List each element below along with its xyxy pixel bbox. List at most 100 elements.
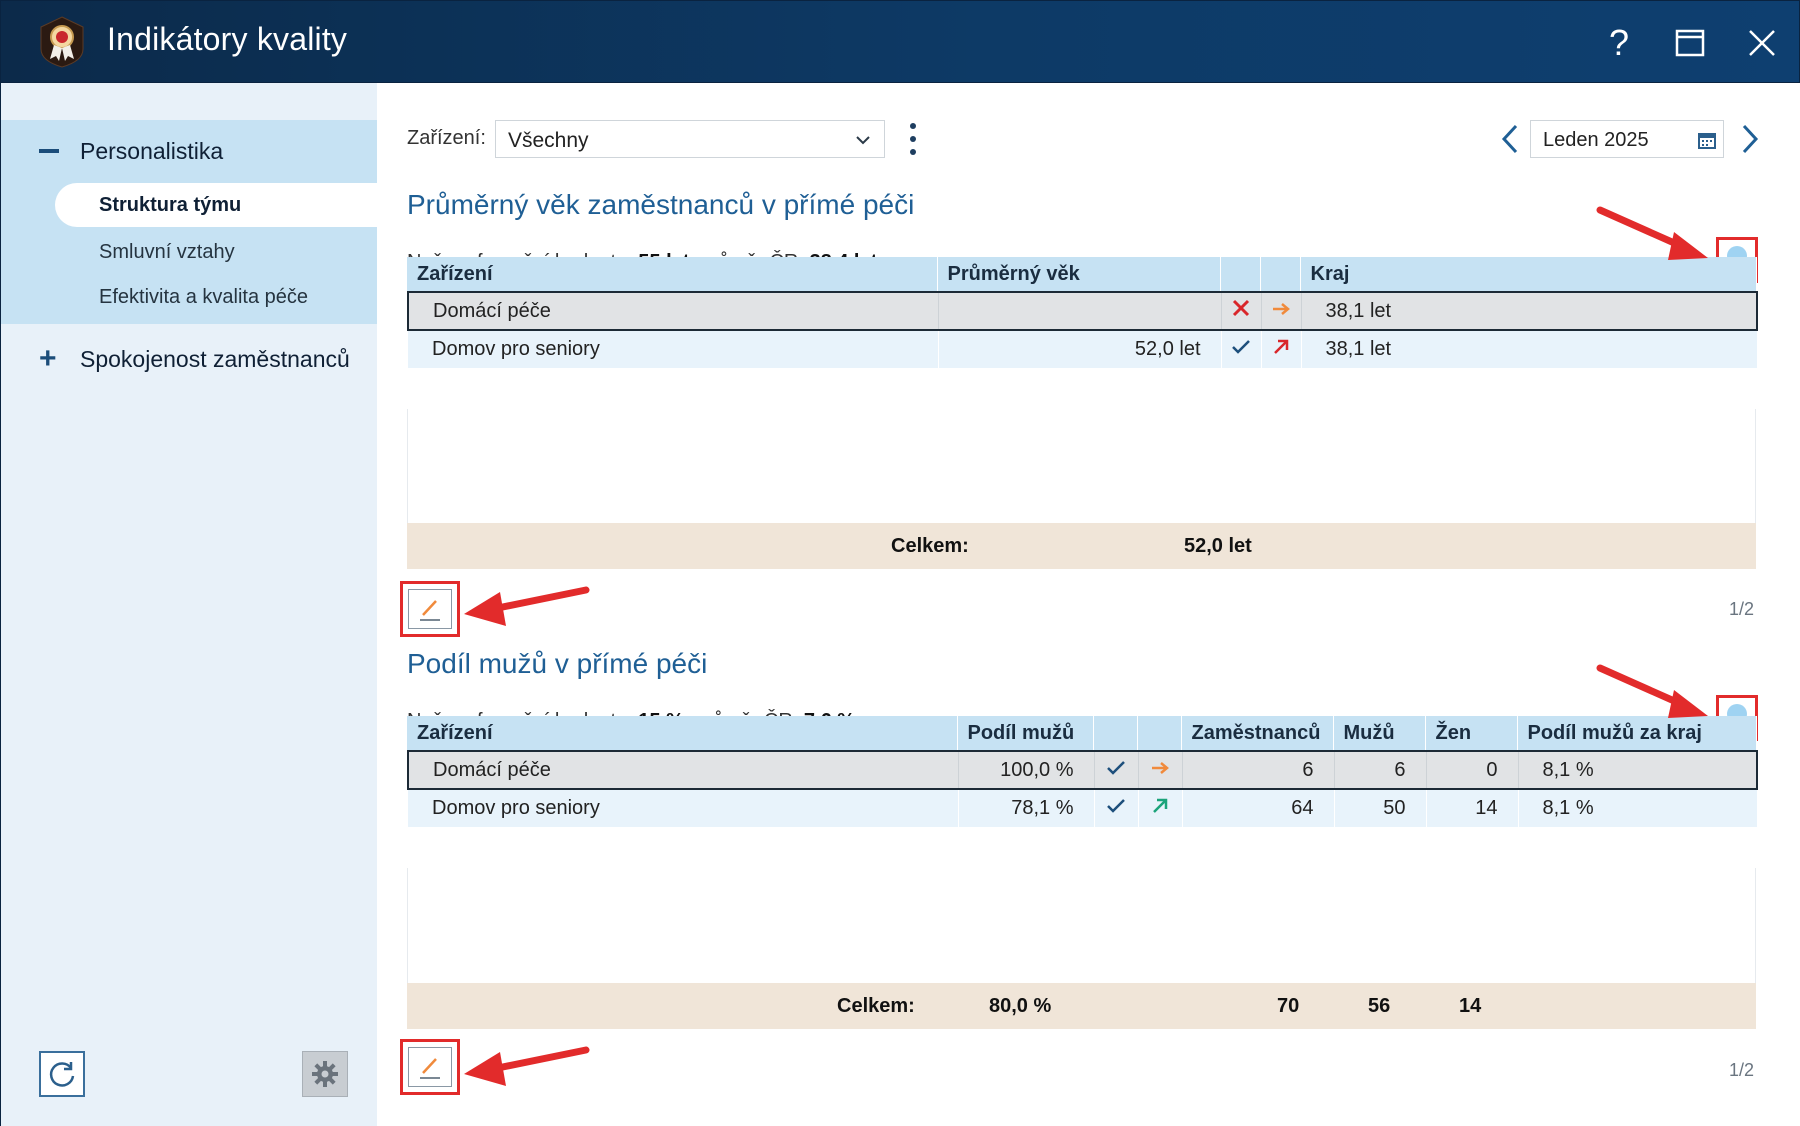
refresh-button[interactable]: [39, 1051, 85, 1097]
window-title: Indikátory kvality: [107, 21, 348, 57]
cell-men: 50: [1334, 789, 1427, 827]
maximize-button[interactable]: [1666, 19, 1714, 67]
column-header: [1220, 257, 1261, 291]
arrow-right-icon: [1273, 302, 1290, 315]
column-header[interactable]: Průměrný věk: [937, 257, 1221, 291]
cell-share: 78,1 %: [958, 789, 1095, 827]
gear-icon: [312, 1061, 338, 1087]
cell-employees: 6: [1182, 750, 1335, 790]
column-header: [1260, 257, 1301, 291]
cell-kraj: 8,1 %: [1518, 750, 1758, 790]
column-header[interactable]: Zařízení: [407, 257, 938, 291]
nav-group-spokojenost[interactable]: + Spokojenost zaměstnanců: [1, 324, 378, 394]
sidebar: Personalistika Struktura týmu Smluvní vz…: [0, 83, 378, 1126]
sidebar-item-label: Struktura týmu: [99, 194, 242, 216]
annotation-arrow-icon: [1596, 206, 1708, 260]
more-options-button[interactable]: [906, 123, 920, 155]
nav-group-personalistika[interactable]: Personalistika: [1, 120, 378, 182]
arrow-up-right-icon: [1153, 798, 1168, 813]
month-picker[interactable]: Leden 2025: [1530, 120, 1724, 158]
column-header[interactable]: Žen: [1425, 716, 1518, 750]
section2-edit-button[interactable]: [400, 1039, 460, 1095]
total-label: Celkem:: [891, 535, 969, 557]
total-label: Celkem:: [837, 995, 915, 1017]
chevron-down-icon: [856, 136, 870, 145]
device-select-value: Všechny: [508, 129, 589, 152]
pencil-icon: [420, 1058, 440, 1079]
section2-table: Zařízení Podíl mužů Zaměstnanců Mužů Žen…: [407, 716, 1757, 750]
collapse-icon: [39, 149, 59, 153]
table-row[interactable]: Domácí péče 100,0 % 6 6 0 8,1 %: [407, 750, 1758, 790]
cross-icon: [1232, 299, 1250, 317]
section1-table: Zařízení Průměrný věk Kraj: [407, 257, 1757, 291]
table-row[interactable]: Domácí péče 38,1 let: [407, 291, 1758, 331]
nav-group-label: Spokojenost zaměstnanců: [80, 346, 350, 372]
cell-women: 14: [1426, 789, 1519, 827]
check-icon: [1107, 799, 1125, 813]
cell-trend: [1261, 330, 1302, 368]
cell-share: 100,0 %: [958, 750, 1095, 790]
check-icon: [1232, 340, 1250, 354]
pencil-icon: [420, 600, 440, 621]
cell-name: Domov pro seniory: [408, 330, 939, 368]
close-button[interactable]: [1738, 19, 1786, 67]
cell-name: Domácí péče: [407, 750, 959, 790]
column-header[interactable]: Zaměstnanců: [1181, 716, 1334, 750]
column-header: [1093, 716, 1138, 750]
cell-kraj: 38,1 let: [1301, 330, 1758, 368]
total-women: 14: [1459, 995, 1482, 1017]
cell-kraj: 38,1 let: [1301, 291, 1758, 331]
section2-pager: 1/2: [1729, 1060, 1755, 1080]
cell-value: [938, 291, 1222, 331]
section1-edit-button[interactable]: [400, 581, 460, 637]
section1-pager: 1/2: [1729, 599, 1755, 619]
cell-status: [1221, 291, 1262, 331]
cell-kraj: 8,1 %: [1518, 789, 1758, 827]
next-month-button[interactable]: [1739, 123, 1761, 155]
annotation-arrow-icon: [464, 1046, 590, 1086]
total-value: 52,0 let: [1184, 535, 1252, 557]
cell-status: [1221, 330, 1262, 368]
sidebar-item-struktura-tymu[interactable]: Struktura týmu: [55, 183, 378, 227]
cell-value: 52,0 let: [938, 330, 1222, 368]
column-header: [1137, 716, 1182, 750]
nav-group-label: Personalistika: [80, 138, 224, 164]
column-header[interactable]: Podíl mužů: [957, 716, 1094, 750]
table-header-row: Zařízení Podíl mužů Zaměstnanců Mužů Žen…: [407, 716, 1757, 750]
column-header[interactable]: Mužů: [1333, 716, 1426, 750]
nav-subitems: Struktura týmu Smluvní vztahy Efektivita…: [1, 182, 378, 324]
cell-status: [1094, 750, 1139, 790]
column-header[interactable]: Zařízení: [407, 716, 958, 750]
sidebar-item-smluvni-vztahy[interactable]: Smluvní vztahy: [99, 241, 235, 264]
table-header-row: Zařízení Průměrný věk Kraj: [407, 257, 1757, 291]
cell-trend: [1138, 750, 1183, 790]
app-logo-icon: [40, 16, 84, 68]
sidebar-item-efektivita[interactable]: Efektivita a kvalita péče: [99, 286, 308, 309]
annotation-arrow-icon: [1596, 664, 1708, 718]
device-select[interactable]: Všechny: [495, 120, 885, 158]
previous-month-button[interactable]: [1499, 123, 1521, 155]
calendar-icon[interactable]: [1697, 130, 1717, 150]
check-icon: [1107, 760, 1125, 775]
maximize-icon: [1675, 29, 1705, 57]
table-row[interactable]: Domov pro seniory 78,1 % 64 50 14 8,1 %: [408, 789, 1758, 827]
total-employees: 70: [1277, 995, 1300, 1017]
section2-total-row: Celkem: 80,0 % 70 56 14: [407, 983, 1756, 1029]
table-row[interactable]: Domov pro seniory 52,0 let 38,1 let: [408, 330, 1758, 368]
section2-title: Podíl mužů v přímé péči: [407, 648, 708, 679]
arrow-up-right-icon: [1274, 339, 1289, 354]
cell-trend: [1138, 789, 1183, 827]
cell-trend: [1261, 291, 1302, 331]
section2-table-body: Domácí péče 100,0 % 6 6 0 8,1 % Domov pr…: [407, 750, 1758, 827]
annotation-arrow-icon: [464, 586, 590, 626]
section1-table-body: Domácí péče 38,1 let Domov pro seniory 5…: [407, 291, 1758, 368]
month-value: Leden 2025: [1543, 129, 1649, 151]
cell-name: Domácí péče: [407, 291, 939, 331]
section2-table-empty: [407, 868, 1756, 988]
device-filter-label: Zařízení:: [407, 127, 486, 149]
settings-button[interactable]: [302, 1051, 348, 1097]
arrow-right-icon: [1152, 761, 1169, 774]
help-button[interactable]: ?: [1595, 19, 1643, 67]
section1-total-row: Celkem: 52,0 let: [407, 523, 1756, 569]
cell-employees: 64: [1182, 789, 1335, 827]
